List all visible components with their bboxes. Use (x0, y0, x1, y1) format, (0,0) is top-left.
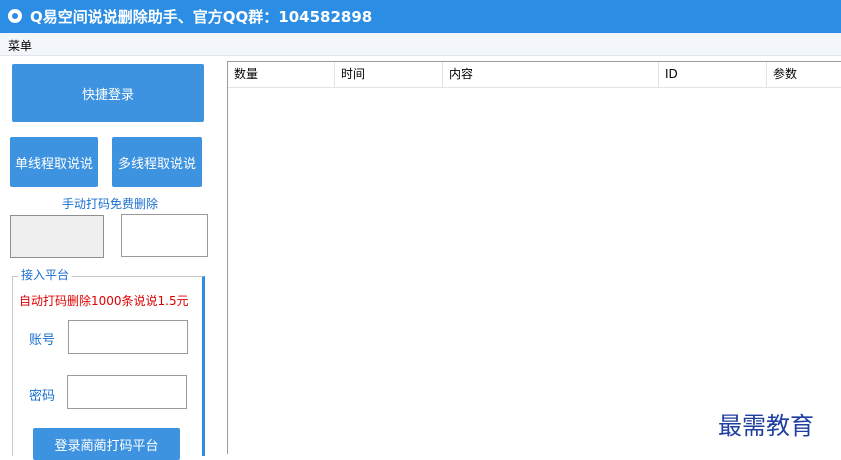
account-input[interactable] (68, 320, 188, 354)
column-header-time[interactable]: 时间 (335, 62, 443, 87)
password-input[interactable] (67, 375, 187, 409)
menu-bar: 菜单 (0, 33, 841, 56)
platform-login-button[interactable]: 登录蔺蔺打码平台 (33, 428, 180, 460)
multi-thread-fetch-button[interactable]: 多线程取说说 (112, 137, 202, 187)
platform-legend: 接入平台 (18, 266, 73, 283)
window-title: Q易空间说说删除助手、官方QQ群：104582898 (30, 8, 373, 26)
password-label: 密码 (29, 389, 56, 404)
column-header-content[interactable]: 内容 (443, 62, 659, 87)
menu-item-main[interactable]: 菜单 (8, 37, 32, 54)
data-table[interactable]: 数量 时间 内容 ID 参数 (227, 61, 841, 454)
captcha-input[interactable] (121, 214, 208, 257)
table-header: 数量 时间 内容 ID 参数 (228, 62, 841, 88)
column-header-id[interactable]: ID (659, 62, 767, 87)
title-bar: Q易空间说说删除助手、官方QQ群：104582898 (0, 0, 841, 33)
watermark-text: 最需教育 (718, 412, 814, 440)
manual-captcha-label: 手动打码免费删除 (62, 197, 159, 211)
column-header-params[interactable]: 参数 (767, 62, 841, 87)
app-icon (8, 9, 22, 23)
quick-login-button[interactable]: 快捷登录 (12, 64, 204, 122)
price-notice: 自动打码删除1000条说说1.5元 (19, 294, 189, 308)
single-thread-fetch-button[interactable]: 单线程取说说 (10, 137, 98, 187)
column-header-count[interactable]: 数量 (228, 62, 335, 87)
account-label: 账号 (29, 333, 56, 348)
captcha-image[interactable] (10, 215, 104, 258)
